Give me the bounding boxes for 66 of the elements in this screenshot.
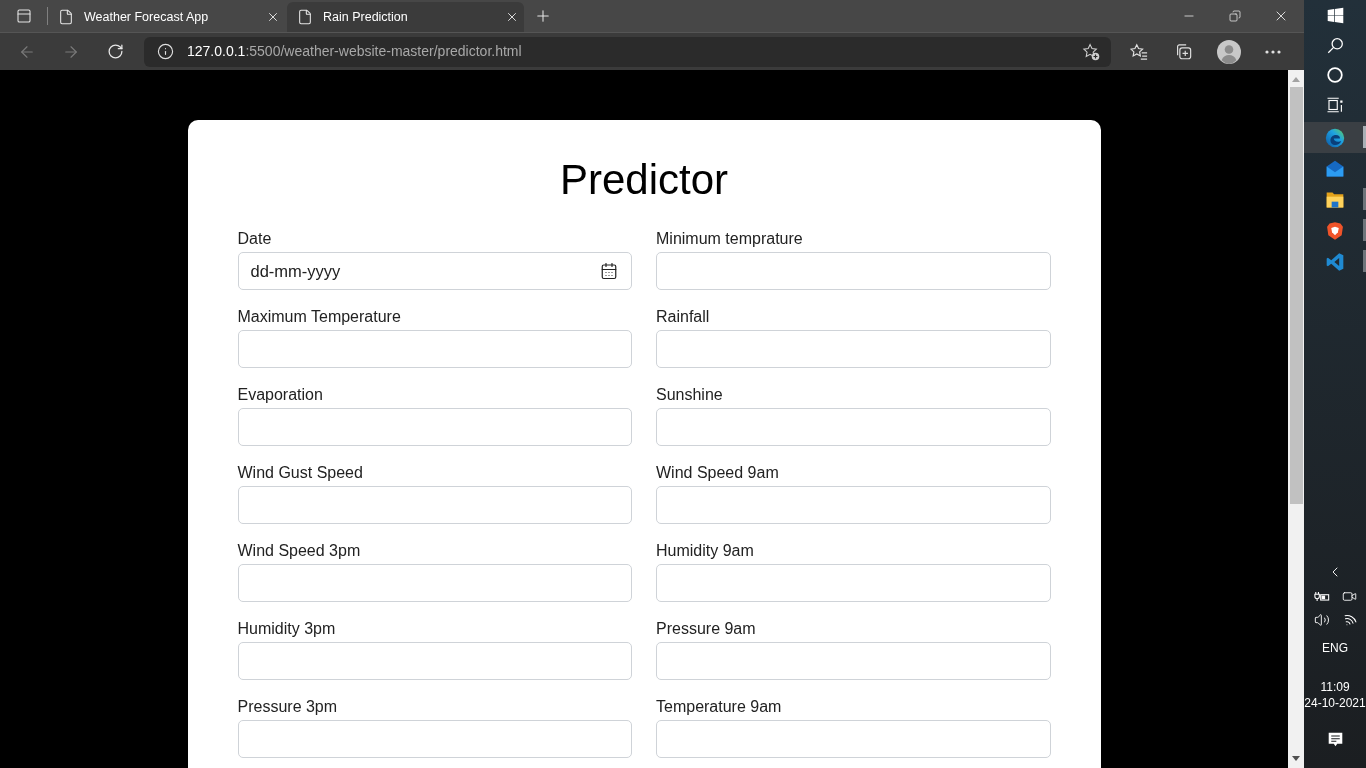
clock-time: 11:09 (1320, 679, 1350, 695)
collections-icon (1174, 42, 1192, 61)
field-label: Pressure 9am (656, 619, 756, 639)
input-field[interactable] (656, 720, 1051, 758)
page-icon (297, 9, 313, 25)
plus-icon (534, 7, 552, 25)
field-label: Minimum temprature (656, 229, 803, 249)
input-field[interactable] (237, 720, 632, 758)
close-icon (505, 10, 519, 24)
shield-app-icon (1325, 220, 1345, 241)
field-label: Date (237, 229, 272, 249)
input-field[interactable] (237, 486, 632, 524)
browser-tab[interactable]: Rain Prediction (287, 2, 524, 32)
scrollbar-thumb[interactable] (1289, 87, 1303, 504)
input-field[interactable] (656, 486, 1051, 524)
input-field[interactable] (656, 564, 1051, 602)
scroll-down-icon[interactable] (1292, 756, 1300, 761)
taskbar-app-button[interactable] (1304, 122, 1366, 153)
field-label: Maximum Temperature (237, 307, 401, 327)
input-field[interactable] (656, 642, 1051, 680)
reload-icon (106, 43, 124, 60)
field-label: Temperature 9am (656, 697, 782, 717)
input-field[interactable] (237, 330, 632, 368)
ribbon-app-icon (1325, 251, 1345, 272)
url-text: 127.0.0.1:5500/weather-website-master/predictor.html (187, 42, 522, 61)
add-favorite-icon[interactable] (1082, 42, 1100, 61)
page-icon (58, 9, 74, 25)
task-view-icon (1326, 96, 1344, 114)
more-icon (1265, 49, 1281, 54)
field-label: Humidity 3pm (237, 619, 336, 639)
field-label: Wind Gust Speed (237, 463, 363, 483)
field-label: Evaporation (237, 385, 323, 405)
volume-icon[interactable] (1313, 612, 1330, 628)
restore-icon (1229, 10, 1241, 22)
input-field[interactable] (237, 408, 632, 446)
page-title: Predictor (559, 155, 729, 205)
field-label: Humidity 9am (656, 541, 754, 561)
browser-tab[interactable]: Weather Forecast App (48, 2, 285, 32)
close-icon (266, 10, 280, 24)
message-bubble-icon (1326, 730, 1344, 748)
clock-date: 24-10-2021 (1304, 695, 1366, 711)
language-indicator[interactable]: ENG (1322, 632, 1348, 664)
scroll-up-icon[interactable] (1292, 77, 1300, 82)
input-field[interactable] (656, 330, 1051, 368)
calendar-icon[interactable] (600, 262, 618, 280)
input-field[interactable] (237, 642, 632, 680)
input-field[interactable] (656, 252, 1051, 290)
star-list-icon (1130, 42, 1148, 61)
date-field[interactable]: dd-mm-yyyy (237, 252, 632, 290)
field-label: Wind Speed 9am (656, 463, 779, 483)
field-label: Rainfall (656, 307, 710, 327)
field-label: Wind Speed 3pm (237, 541, 361, 561)
mail-icon (1325, 158, 1345, 179)
address-bar[interactable]: 127.0.0.1:5500/weather-website-master/predictor.html (144, 36, 1111, 67)
avatar-icon (1217, 39, 1241, 64)
field-label: Sunshine (656, 385, 723, 405)
swirl-app-icon (1325, 127, 1345, 148)
input-field[interactable] (656, 408, 1051, 446)
search-icon (1326, 36, 1344, 54)
ring-icon (1327, 67, 1343, 83)
battery-plug-icon[interactable] (1313, 590, 1330, 602)
info-icon (157, 43, 174, 60)
field-label: Pressure 3pm (237, 697, 338, 717)
start-icon (1326, 6, 1344, 24)
input-field[interactable] (237, 564, 632, 602)
tab-actions-icon (16, 8, 32, 24)
